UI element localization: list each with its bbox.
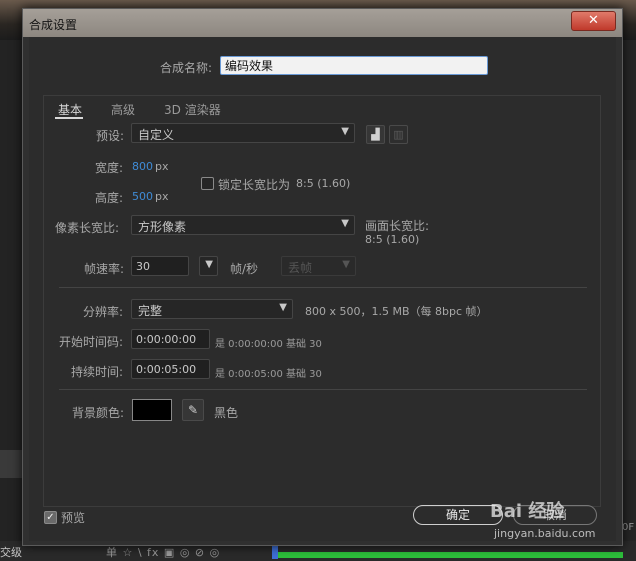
pixel-aspect-value: 方形像素 [138, 220, 187, 234]
preset-value: 自定义 [138, 128, 175, 142]
frame-rate-input[interactable]: 30 [131, 256, 189, 276]
background-color-label: 背景颜色: [72, 406, 125, 420]
width-label: 宽度: [95, 161, 124, 175]
tab-basic[interactable]: 基本 [58, 101, 82, 118]
eyedropper-button[interactable]: ✎ [182, 399, 204, 421]
chevron-down-icon: ▼ [279, 302, 287, 313]
resolution-select[interactable]: 完整 ▼ [131, 299, 293, 319]
app-bottom-label: 交级 [0, 546, 22, 559]
preview-checkbox[interactable]: ✓ [44, 511, 57, 524]
dialog-title: 合成设置 [29, 18, 78, 32]
trash-icon: ▥ [393, 128, 404, 141]
width-value[interactable]: 800 [132, 160, 153, 173]
duration-label: 持续时间: [71, 365, 124, 379]
frame-aspect-value: 8:5 (1.60) [365, 233, 420, 246]
duration-input[interactable]: 0:00:05:00 [131, 359, 210, 379]
duration-info: 是 0:00:05:00 基础 30 [215, 369, 322, 380]
watermark-url: jingyan.baidu.com [494, 527, 596, 540]
background-color-name: 黑色 [214, 406, 239, 420]
ok-label: 确定 [445, 508, 470, 522]
lock-aspect-checkbox[interactable] [201, 177, 214, 190]
preview-label: 预览 [61, 511, 86, 525]
dialog-titlebar[interactable]: 合成设置 ✕ [23, 9, 622, 37]
close-button[interactable]: ✕ [571, 11, 616, 31]
app-right-text: 0F [622, 522, 635, 533]
dialog-content: 合成名称: 基本 高级 3D 渲染器 预设: 自定义 ▼ ▟ ▥ 宽度: 800… [29, 37, 616, 541]
frame-rate-value: 30 [136, 260, 150, 273]
start-timecode-value: 0:00:00:00 [136, 333, 197, 346]
pixel-aspect-select[interactable]: 方形像素 ▼ [131, 215, 355, 235]
tab-3d-renderer[interactable]: 3D 渲染器 [164, 101, 221, 118]
tab-advanced[interactable]: 高级 [111, 101, 135, 118]
frame-rate-unit: 帧/秒 [230, 262, 259, 276]
pixel-aspect-label: 像素长宽比: [55, 221, 120, 235]
resolution-value: 完整 [138, 304, 163, 318]
app-layer-switches[interactable]: 单 ☆ \ fx ▣ ◎ ⊘ ◎ [106, 544, 220, 560]
start-timecode-label: 开始时间码: [59, 335, 124, 349]
background-color-swatch[interactable] [132, 399, 172, 421]
chevron-down-icon: ▼ [205, 259, 213, 270]
chevron-down-icon: ▼ [341, 126, 349, 137]
drop-frame-select: 丢帧 ▼ [281, 256, 356, 276]
save-preset-icon: ▟ [371, 128, 380, 141]
app-left-strip [0, 450, 24, 478]
frame-rate-label: 帧速率: [84, 262, 125, 276]
comp-name-label: 合成名称: [160, 61, 213, 75]
width-unit: px [155, 160, 169, 173]
app-timeline-work-area [278, 552, 623, 558]
start-timecode-input[interactable]: 0:00:00:00 [131, 329, 210, 349]
drop-frame-value: 丢帧 [288, 261, 313, 275]
eyedropper-icon: ✎ [187, 403, 199, 417]
height-value[interactable]: 500 [132, 190, 153, 203]
frame-rate-dropdown[interactable]: ▼ [199, 256, 218, 276]
save-preset-button[interactable]: ▟ [366, 125, 385, 144]
delete-preset-button[interactable]: ▥ [389, 125, 408, 144]
close-icon: ✕ [588, 13, 599, 28]
app-left-panel [0, 40, 24, 561]
watermark: Bai 经验 jingyan.baidu.com [490, 497, 610, 543]
height-unit: px [155, 190, 169, 203]
composition-settings-dialog: 合成设置 ✕ 合成名称: 基本 高级 3D 渲染器 预设: 自定义 ▼ ▟ ▥ … [22, 8, 623, 546]
chevron-down-icon: ▼ [342, 259, 350, 270]
watermark-logo: Bai 经验 [490, 501, 565, 522]
duration-value: 0:00:05:00 [136, 363, 197, 376]
resolution-info: 800 x 500，1.5 MB（每 8bpc 帧） [305, 305, 488, 318]
comp-name-input[interactable] [220, 56, 488, 75]
chevron-down-icon: ▼ [341, 218, 349, 229]
section-divider [59, 287, 587, 288]
frame-aspect-label: 画面长宽比: [365, 219, 430, 233]
preset-select[interactable]: 自定义 ▼ [131, 123, 355, 143]
lock-aspect-label: 锁定长宽比为 [218, 178, 291, 192]
start-timecode-info: 是 0:00:00:00 基础 30 [215, 339, 322, 350]
lock-aspect-ratio: 8:5 (1.60) [296, 177, 351, 190]
active-tab-indicator [55, 117, 83, 119]
height-label: 高度: [95, 191, 124, 205]
section-divider [59, 389, 587, 390]
preset-label: 预设: [96, 129, 125, 143]
settings-panel [43, 95, 601, 507]
resolution-label: 分辨率: [83, 305, 124, 319]
